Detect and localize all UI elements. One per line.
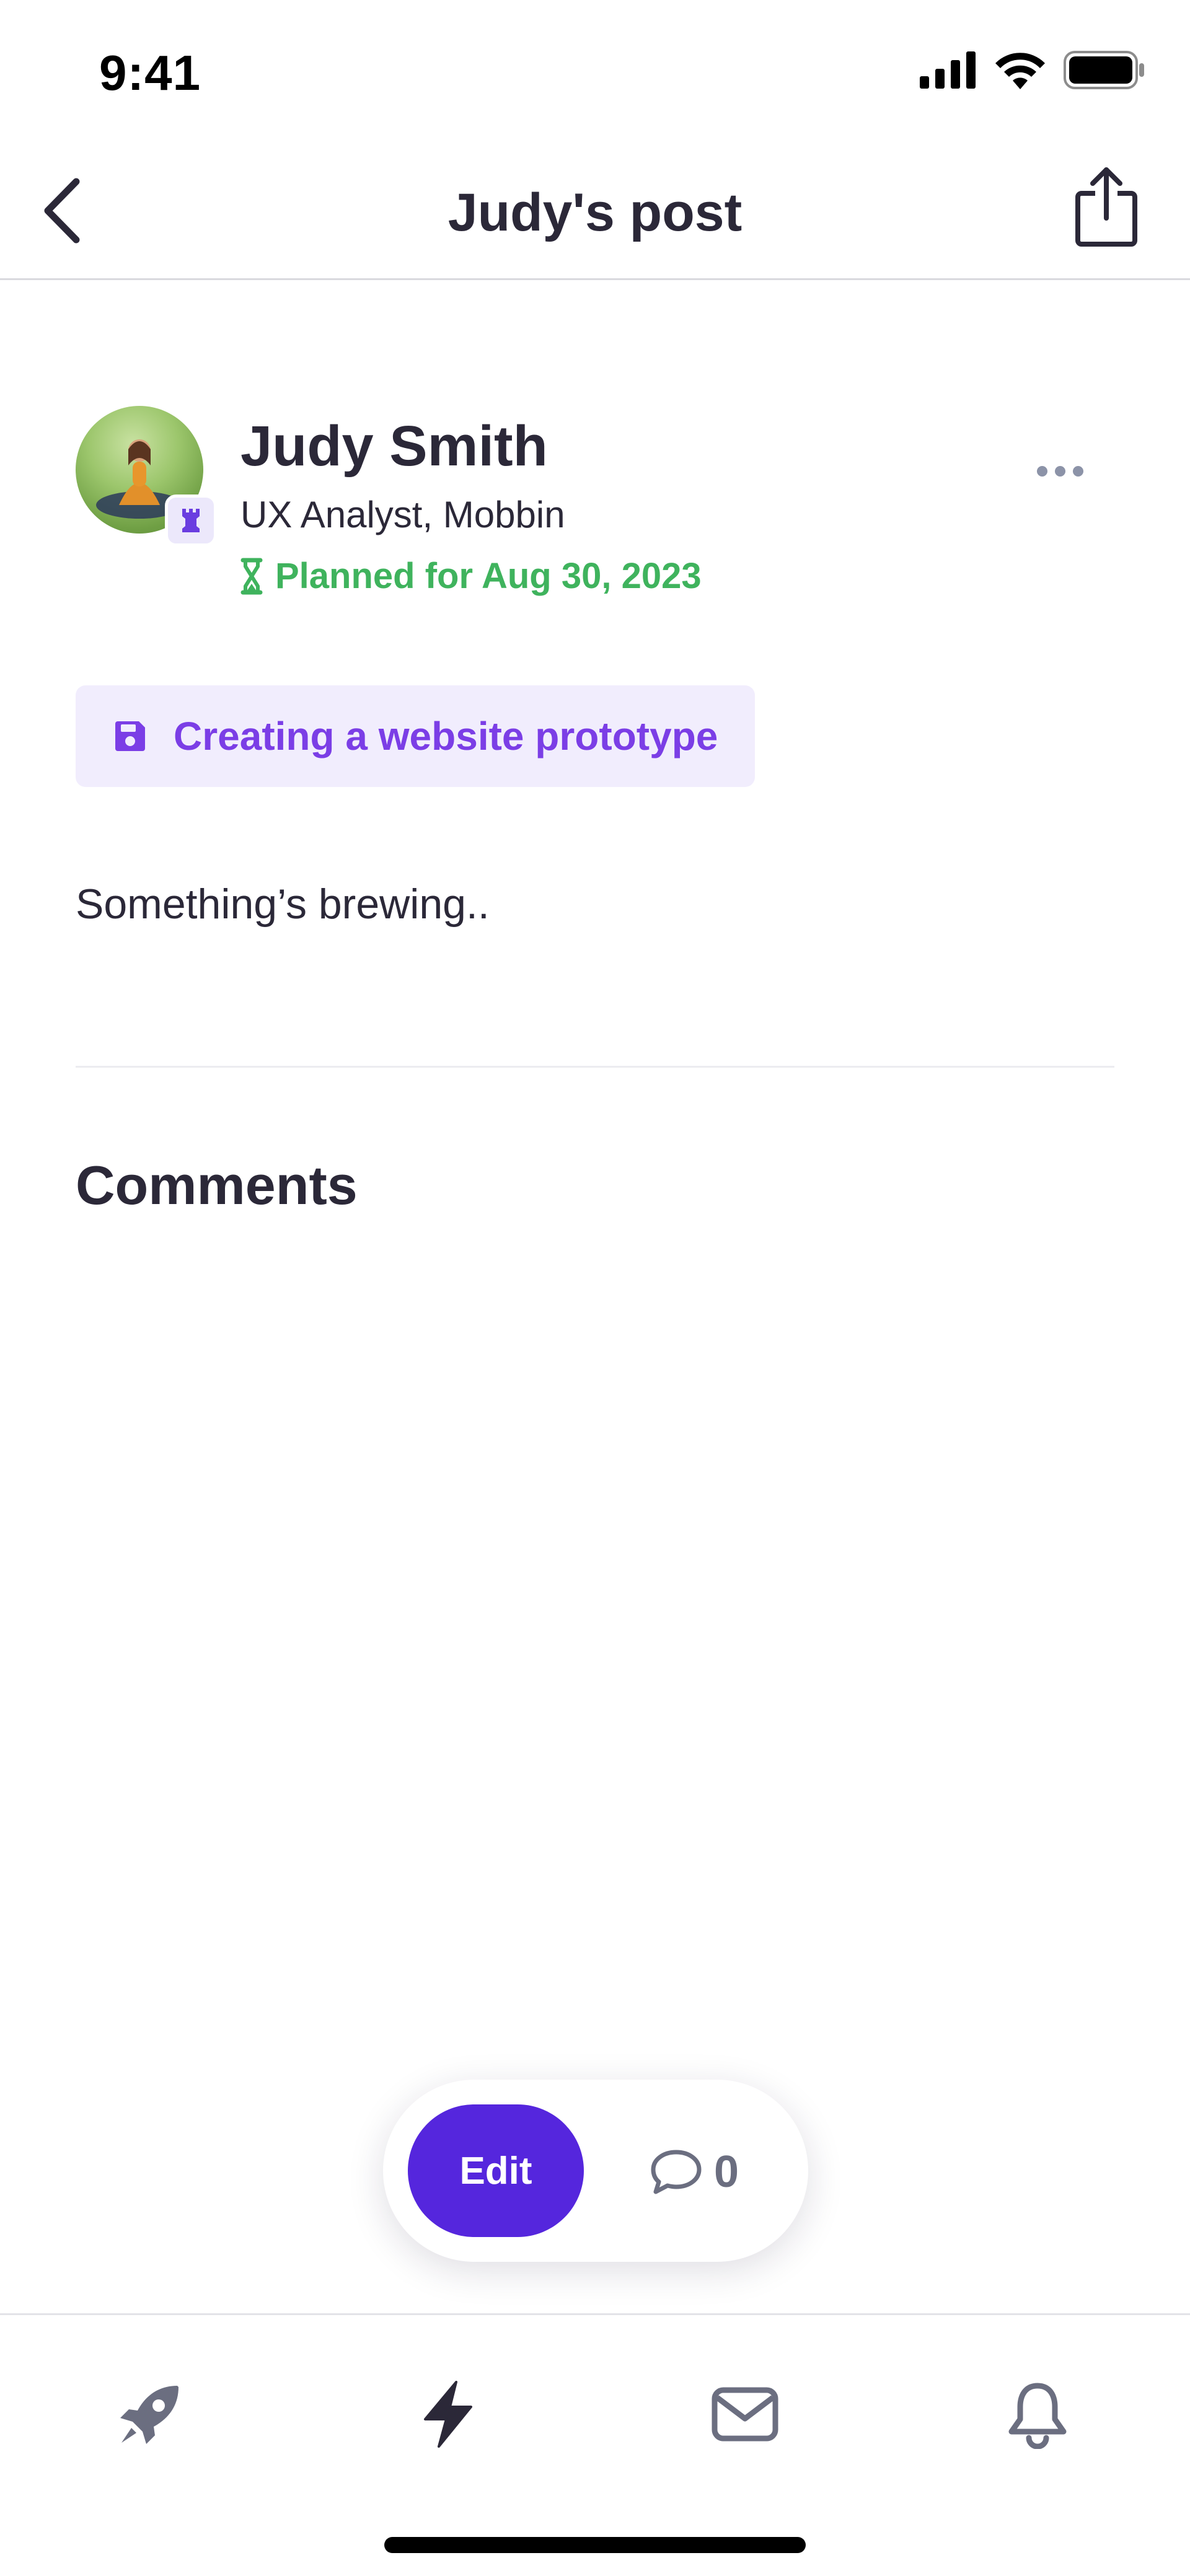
divider (76, 1066, 1114, 1068)
floppy-disk-icon (115, 721, 145, 751)
tab-messages[interactable] (695, 2365, 795, 2464)
tab-bar (0, 2313, 1190, 2576)
comment-bubble-icon (651, 2150, 702, 2194)
lightning-icon (424, 2381, 472, 2448)
tab-activity[interactable] (398, 2365, 497, 2464)
more-dot (1072, 465, 1083, 477)
post-body: Something’s brewing.. (76, 881, 490, 928)
mail-icon (712, 2387, 778, 2442)
comment-count: 0 (714, 2147, 739, 2197)
planned-status: Planned for Aug 30, 2023 (240, 555, 702, 597)
tab-notifications[interactable] (988, 2365, 1087, 2464)
author-name[interactable]: Judy Smith (240, 414, 548, 479)
hourglass-icon (240, 558, 263, 594)
wifi-icon (995, 53, 1045, 89)
rocket-icon (120, 2386, 178, 2444)
share-button[interactable] (1060, 160, 1153, 253)
share-icon (1075, 167, 1137, 247)
comments-heading: Comments (76, 1154, 358, 1216)
comments-button[interactable]: 0 (650, 2144, 739, 2200)
post-detail-screen: 9:41 Judy's post Judy Smith UX Analyst, … (0, 0, 1190, 2576)
more-dot (1036, 465, 1047, 477)
navigation-header: Judy's post (0, 143, 1190, 280)
edit-button[interactable]: Edit (408, 2104, 584, 2237)
tab-rocket[interactable] (100, 2365, 200, 2464)
cellular-signal-icon (920, 51, 976, 89)
rook-icon (165, 495, 217, 547)
bell-icon (1008, 2383, 1067, 2449)
project-tag-label: Creating a website prototype (174, 714, 718, 758)
home-indicator[interactable] (384, 2537, 806, 2553)
more-dot (1054, 465, 1065, 477)
project-tag[interactable]: Creating a website prototype (76, 685, 755, 787)
author-role: UX Analyst, Mobbin (240, 494, 565, 535)
page-title: Judy's post (447, 183, 743, 242)
post-action-bar: Edit 0 (383, 2080, 808, 2262)
planned-label: Planned for Aug 30, 2023 (275, 556, 702, 596)
status-time: 9:41 (99, 45, 201, 100)
more-options-button[interactable] (1023, 446, 1097, 496)
battery-icon (1064, 51, 1144, 89)
status-icons (920, 51, 1145, 89)
status-bar: 9:41 (0, 0, 1190, 143)
